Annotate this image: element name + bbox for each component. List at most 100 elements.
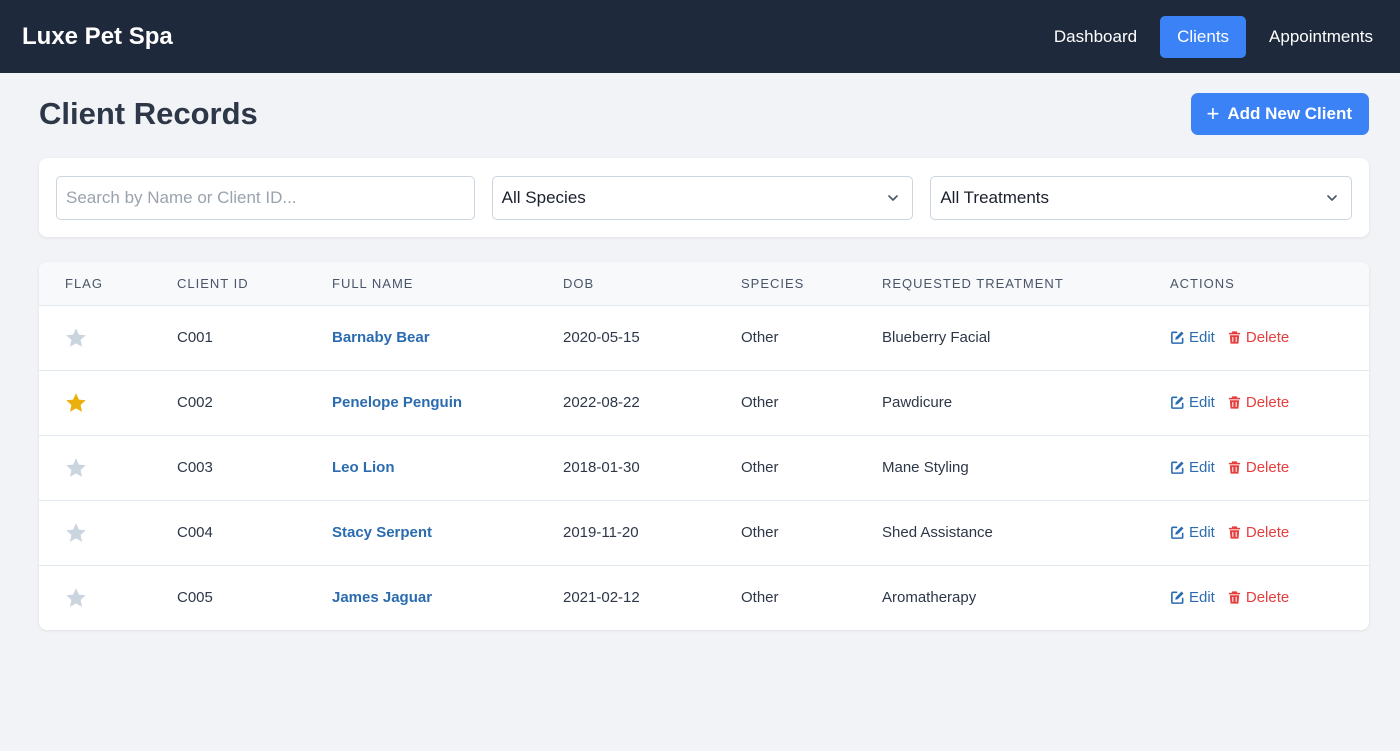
edit-label: Edit [1189, 394, 1215, 411]
row-actions: Edit Delete [1170, 394, 1369, 411]
header-actions: ACTIONS [1170, 275, 1235, 291]
edit-icon [1171, 331, 1184, 344]
nav-link-clients[interactable]: Clients [1160, 15, 1247, 58]
row-actions: Edit Delete [1170, 589, 1369, 606]
trash-icon [1228, 591, 1240, 604]
flag-cell [39, 565, 177, 630]
client-name-link[interactable]: James Jaguar [332, 589, 432, 606]
client-name-link[interactable]: Barnaby Bear [332, 329, 430, 346]
actions-cell: Edit Delete [1170, 565, 1369, 630]
table-row: C002 Penelope Penguin 2022-08-22 Other P… [39, 370, 1369, 435]
delete-label: Delete [1245, 589, 1290, 607]
add-new-client-button[interactable]: + Add New Client [1191, 92, 1369, 135]
trash-icon [1228, 526, 1240, 539]
header-client-id: CLIENT ID [177, 275, 249, 291]
actions-cell: Edit Delete [1170, 500, 1369, 565]
trash-icon [1228, 331, 1240, 344]
delete-button[interactable]: Delete [1227, 459, 1289, 476]
dob-cell: 2022-08-22 [563, 394, 640, 411]
star-icon[interactable] [64, 326, 88, 350]
delete-label: Delete [1245, 394, 1290, 411]
delete-label: Delete [1245, 524, 1290, 541]
full-name-cell: Stacy Serpent [332, 500, 563, 565]
dob-cell: 2018-01-30 [563, 459, 640, 476]
delete-button[interactable]: Delete [1227, 589, 1289, 606]
nav-links: Dashboard Clients Appointments [1039, 15, 1388, 58]
treatment-cell: Mane Styling [882, 459, 969, 476]
edit-button[interactable]: Edit [1170, 589, 1215, 606]
client-name-link[interactable]: Leo Lion [332, 459, 395, 476]
add-new-client-label: Add New Client [1227, 103, 1352, 123]
brand-title[interactable]: Luxe Pet Spa [22, 23, 173, 51]
row-actions: Edit Delete [1170, 524, 1369, 541]
client-table: FLAG CLIENT ID FULL NAME DOB SPECIES REQ… [39, 262, 1369, 630]
client-id-cell: C002 [177, 394, 213, 411]
chevron-down-icon [1327, 194, 1337, 201]
dob-cell: 2019-11-20 [563, 524, 639, 541]
flag-cell [39, 305, 177, 370]
treatment-select[interactable]: All Treatments [930, 175, 1353, 220]
treatment-select-value: All Treatments [940, 187, 1049, 207]
table-row: C003 Leo Lion 2018-01-30 Other Mane Styl… [39, 435, 1369, 500]
row-actions: Edit Delete [1170, 329, 1369, 346]
species-cell: Other [741, 524, 779, 541]
page-title: Client Records [39, 95, 258, 131]
delete-button[interactable]: Delete [1227, 524, 1289, 541]
full-name-cell: Penelope Penguin [332, 370, 563, 435]
plus-icon: + [1206, 100, 1220, 126]
client-id-cell: C001 [177, 329, 213, 346]
edit-button[interactable]: Edit [1170, 394, 1215, 411]
full-name-cell: Leo Lion [332, 435, 563, 500]
star-icon[interactable] [64, 391, 88, 415]
actions-cell: Edit Delete [1170, 370, 1369, 435]
nav-link-dashboard[interactable]: Dashboard [1039, 16, 1152, 58]
table-header-row: FLAG CLIENT ID FULL NAME DOB SPECIES REQ… [39, 262, 1369, 305]
star-icon[interactable] [64, 456, 88, 480]
search-input[interactable] [66, 187, 465, 208]
client-name-link[interactable]: Stacy Serpent [332, 524, 432, 541]
search-field [56, 175, 475, 220]
table-body: C001 Barnaby Bear 2020-05-15 Other Blueb… [39, 305, 1369, 630]
dob-cell: 2020-05-15 [563, 329, 640, 346]
species-select[interactable]: All Species [491, 175, 914, 220]
header-species: SPECIES [741, 275, 805, 291]
star-icon[interactable] [64, 521, 88, 545]
edit-button[interactable]: Edit [1170, 459, 1215, 476]
flag-cell [39, 435, 177, 500]
species-cell: Other [741, 589, 779, 607]
edit-label: Edit [1189, 329, 1215, 346]
header-flag: FLAG [65, 275, 103, 291]
edit-icon [1171, 526, 1184, 539]
top-navbar: Luxe Pet Spa Dashboard Clients Appointme… [0, 0, 1400, 73]
actions-cell: Edit Delete [1170, 305, 1369, 370]
header-full-name: FULL NAME [332, 275, 414, 291]
full-name-cell: James Jaguar [332, 565, 563, 630]
delete-button[interactable]: Delete [1227, 394, 1289, 411]
edit-button[interactable]: Edit [1170, 329, 1215, 346]
filter-bar: All Species All Treatments [39, 158, 1369, 237]
client-table-card: FLAG CLIENT ID FULL NAME DOB SPECIES REQ… [39, 262, 1369, 630]
edit-label: Edit [1189, 589, 1215, 607]
dob-cell: 2021-02-12 [563, 589, 640, 607]
nav-link-appointments[interactable]: Appointments [1254, 16, 1388, 58]
client-id-cell: C003 [177, 459, 213, 476]
edit-button[interactable]: Edit [1170, 524, 1215, 541]
client-id-cell: C004 [177, 524, 213, 541]
edit-icon [1171, 461, 1184, 474]
trash-icon [1228, 396, 1240, 409]
table-row: C005 James Jaguar 2021-02-12 Other Aroma… [39, 565, 1369, 630]
full-name-cell: Barnaby Bear [332, 305, 563, 370]
client-name-link[interactable]: Penelope Penguin [332, 394, 462, 411]
species-cell: Other [741, 329, 779, 346]
species-cell: Other [741, 394, 779, 411]
treatment-cell: Blueberry Facial [882, 329, 991, 346]
star-icon[interactable] [64, 586, 88, 610]
delete-label: Delete [1245, 459, 1290, 476]
table-row: C001 Barnaby Bear 2020-05-15 Other Blueb… [39, 305, 1369, 370]
treatment-cell: Pawdicure [882, 394, 953, 411]
trash-icon [1228, 461, 1240, 474]
client-id-cell: C005 [177, 589, 213, 607]
delete-button[interactable]: Delete [1227, 329, 1289, 346]
page-header: Client Records + Add New Client [39, 73, 1369, 152]
edit-label: Edit [1189, 459, 1215, 476]
